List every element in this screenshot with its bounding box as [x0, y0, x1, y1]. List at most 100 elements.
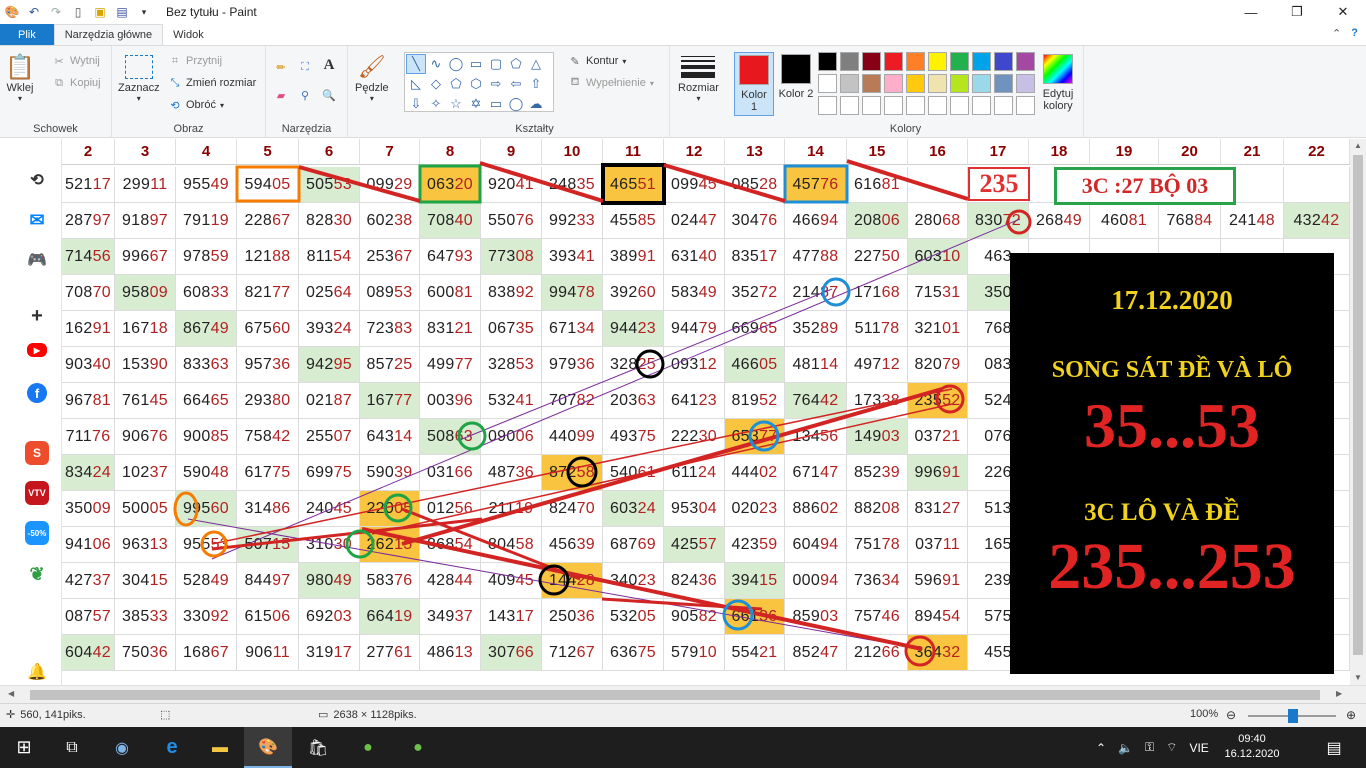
pentagon-shape-icon[interactable]: ⬠	[446, 74, 466, 94]
palette-swatch-empty[interactable]	[818, 96, 837, 115]
fill-button[interactable]: ⛾ Wypełnienie ▾	[568, 76, 654, 90]
horizontal-scroll-thumb[interactable]	[30, 690, 1320, 700]
rounded-rect-shape-icon[interactable]: ▢	[486, 54, 506, 74]
palette-swatch[interactable]	[840, 74, 859, 93]
diamond-shape-icon[interactable]: ◇	[426, 74, 446, 94]
arrow-right-shape-icon[interactable]: ⇨	[486, 74, 506, 94]
brushes-button[interactable]: 🖌 Pędzle ▾	[355, 52, 389, 103]
size-button[interactable]: Rozmiar ▾	[678, 52, 719, 103]
palette-swatch[interactable]	[906, 74, 925, 93]
tab-view[interactable]: Widok	[163, 24, 214, 45]
taskbar-app-edge[interactable]: e	[148, 727, 196, 768]
undo-icon[interactable]: ↶	[26, 4, 42, 20]
palette-swatch[interactable]	[994, 52, 1013, 71]
wifi-icon[interactable]: ⌔	[1166, 740, 1177, 755]
palette-swatch[interactable]	[862, 74, 881, 93]
star6-shape-icon[interactable]: ✡	[466, 94, 486, 114]
zoom-in-button[interactable]: ⊕	[1346, 708, 1356, 722]
palette-swatch[interactable]	[884, 52, 903, 71]
palette-swatch[interactable]	[818, 52, 837, 71]
palette-swatch[interactable]	[906, 52, 925, 71]
start-button[interactable]: ⊞	[0, 727, 48, 768]
palette-swatch[interactable]	[1016, 74, 1035, 93]
resize-button[interactable]: ⤡ Zmień rozmiar	[168, 76, 257, 90]
right-triangle-shape-icon[interactable]: ◺	[406, 74, 426, 94]
fill-tool[interactable]: ⛶	[298, 60, 312, 74]
tiki-icon[interactable]: -50%	[25, 521, 49, 545]
taskbar-app-coccoc[interactable]: ●	[344, 727, 392, 768]
vtv-icon[interactable]: VTV	[25, 481, 49, 505]
history-icon[interactable]: ⟲	[24, 167, 50, 193]
speaker-icon[interactable]: 🔈	[1118, 741, 1133, 755]
taskbar-app-store[interactable]: 🛍	[294, 727, 342, 768]
polygon-shape-icon[interactable]: ⬠	[506, 54, 526, 74]
scroll-down-icon[interactable]: ▼	[1354, 673, 1362, 682]
save-icon[interactable]: ▤	[114, 4, 130, 20]
palette-swatch-empty[interactable]	[884, 96, 903, 115]
palette-swatch[interactable]	[884, 74, 903, 93]
messenger-icon[interactable]: ✉	[24, 207, 50, 233]
palette-swatch[interactable]	[950, 52, 969, 71]
triangle-shape-icon[interactable]: △	[526, 54, 546, 74]
palette-swatch[interactable]	[994, 74, 1013, 93]
language-indicator[interactable]: VIE	[1189, 741, 1208, 755]
cut-button[interactable]: ✂ Wytnij	[52, 54, 99, 68]
shopee-icon[interactable]: S	[25, 441, 49, 465]
scroll-left-icon[interactable]: ◀	[8, 689, 14, 698]
bell-icon[interactable]: 🔔	[24, 659, 50, 685]
taskbar-app-explorer[interactable]: ▬	[196, 727, 244, 768]
palette-swatch-empty[interactable]	[994, 96, 1013, 115]
leaf-icon[interactable]: ❦	[24, 561, 50, 587]
zoom-slider-thumb[interactable]	[1288, 709, 1298, 723]
palette-swatch-empty[interactable]	[1016, 96, 1035, 115]
magnifier-tool[interactable]: 🔍	[322, 88, 336, 102]
vertical-scroll-thumb[interactable]	[1353, 155, 1363, 655]
oval-shape-icon[interactable]: ◯	[446, 54, 466, 74]
palette-swatch-empty[interactable]	[972, 96, 991, 115]
crop-button[interactable]: ⌗ Przytnij	[168, 54, 222, 68]
minimize-button[interactable]: —	[1228, 0, 1274, 24]
color1-button[interactable]: Kolor 1	[734, 52, 774, 116]
copy-button[interactable]: ⧉ Kopiuj	[52, 76, 101, 90]
cloud-shape-icon[interactable]: ☁	[526, 94, 546, 114]
palette-swatch[interactable]	[840, 52, 859, 71]
star5-shape-icon[interactable]: ☆	[446, 94, 466, 114]
redo-icon[interactable]: ↷	[48, 4, 64, 20]
color-palette[interactable]	[818, 52, 1037, 117]
chevron-up-icon[interactable]: ⌃	[1096, 741, 1106, 755]
clock[interactable]: 09:40 16.12.2020	[1222, 732, 1282, 762]
horizontal-scrollbar[interactable]: ◀ ▶	[0, 685, 1366, 703]
color-picker-tool[interactable]: ⚲	[298, 88, 312, 102]
hexagon-shape-icon[interactable]: ⬡	[466, 74, 486, 94]
callout-rect-shape-icon[interactable]: ▭	[486, 94, 506, 114]
palette-swatch[interactable]	[928, 52, 947, 71]
scroll-right-icon[interactable]: ▶	[1336, 689, 1342, 698]
eraser-tool[interactable]: ▰	[274, 88, 288, 102]
arrow-down-shape-icon[interactable]: ⇩	[406, 94, 426, 114]
youtube-icon[interactable]: ▶	[27, 343, 47, 357]
chevron-down-icon[interactable]: ▾	[136, 4, 152, 20]
text-tool[interactable]: A	[322, 57, 336, 73]
shapes-gallery[interactable]: ╲ ∿ ◯ ▭ ▢ ⬠ △ ◺ ◇ ⬠ ⬡ ⇨ ⇦ ⇧ ⇩ ✧ ☆ ✡ ▭ ◯	[404, 52, 554, 112]
open-file-icon[interactable]: ▣	[92, 4, 108, 20]
help-icon[interactable]: ?	[1351, 27, 1358, 40]
palette-swatch-empty[interactable]	[928, 96, 947, 115]
task-view-button[interactable]: ⧉	[48, 727, 96, 768]
palette-swatch[interactable]	[862, 52, 881, 71]
tab-home[interactable]: Narzędzia główne	[53, 24, 164, 45]
close-button[interactable]: ✕	[1320, 0, 1366, 24]
arrow-left-shape-icon[interactable]: ⇦	[506, 74, 526, 94]
taskbar-app-globe[interactable]: ◉	[98, 727, 146, 768]
callout-oval-shape-icon[interactable]: ◯	[506, 94, 526, 114]
chevron-up-icon[interactable]: ⌃	[1332, 27, 1341, 40]
maximize-button[interactable]: ❐	[1274, 0, 1320, 24]
palette-swatch[interactable]	[950, 74, 969, 93]
line-shape-icon[interactable]: ╲	[406, 54, 426, 74]
taskbar-app-paint[interactable]: 🎨	[244, 727, 292, 768]
facebook-icon[interactable]: f	[27, 383, 47, 403]
add-icon[interactable]: +	[24, 303, 50, 329]
new-file-icon[interactable]: ▯	[70, 4, 86, 20]
outline-button[interactable]: ✎ Kontur ▾	[568, 54, 626, 68]
select-button[interactable]: Zaznacz ▾	[118, 52, 160, 103]
zoom-out-button[interactable]: ⊖	[1226, 708, 1236, 722]
